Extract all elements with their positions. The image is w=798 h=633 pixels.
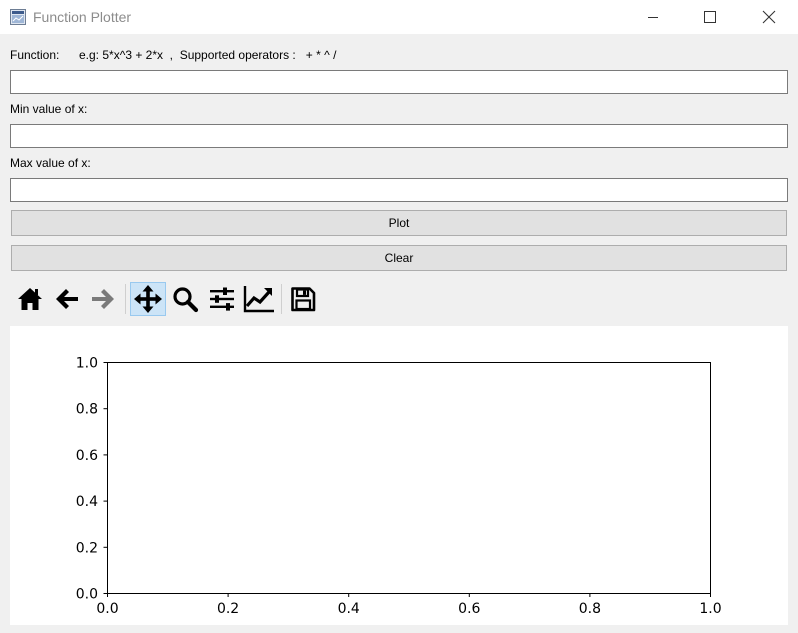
close-icon bbox=[762, 10, 776, 24]
app-window-icon bbox=[10, 9, 26, 25]
floppy-disk-icon bbox=[291, 287, 316, 312]
save-button[interactable] bbox=[285, 282, 321, 316]
x-tick-label: 0.2 bbox=[217, 601, 239, 617]
min-x-label: Min value of x: bbox=[10, 102, 88, 116]
plot-toolbar bbox=[0, 280, 798, 320]
magnifier-icon bbox=[173, 287, 199, 313]
y-tick-label: 0.2 bbox=[76, 540, 98, 556]
plot-button[interactable]: Plot bbox=[11, 210, 787, 236]
function-hint: e.g: 5*x^3 + 2*x , Supported operators :… bbox=[79, 48, 337, 62]
toolbar-separator bbox=[281, 284, 282, 314]
clear-button[interactable]: Clear bbox=[11, 245, 787, 271]
minimize-button[interactable] bbox=[630, 0, 676, 34]
x-tick-label: 0.0 bbox=[96, 601, 118, 617]
x-tick-label: 0.4 bbox=[338, 601, 360, 617]
max-x-label: Max value of x: bbox=[10, 156, 91, 170]
x-axis: 0.0 0.2 0.4 0.6 0.8 1.0 bbox=[96, 593, 722, 617]
move-icon bbox=[134, 285, 162, 313]
edit-axis-button[interactable] bbox=[241, 282, 277, 316]
sliders-icon bbox=[210, 287, 234, 311]
x-tick-label: 0.6 bbox=[458, 601, 480, 617]
minimize-icon bbox=[648, 17, 658, 18]
configure-subplots-button[interactable] bbox=[204, 282, 240, 316]
y-tick-label: 1.0 bbox=[76, 356, 98, 372]
function-input[interactable] bbox=[10, 70, 788, 94]
y-tick-label: 0.0 bbox=[76, 587, 98, 603]
function-label: Function: bbox=[10, 48, 60, 62]
pan-button[interactable] bbox=[130, 282, 166, 316]
arrow-left-icon bbox=[56, 289, 78, 309]
zoom-button[interactable] bbox=[167, 282, 203, 316]
close-button[interactable] bbox=[746, 0, 792, 34]
y-axis: 0.0 0.2 0.4 0.6 0.8 1.0 bbox=[76, 356, 108, 603]
y-tick-label: 0.8 bbox=[76, 402, 98, 418]
max-x-input[interactable] bbox=[10, 178, 788, 202]
maximize-button[interactable] bbox=[687, 0, 733, 34]
x-tick-label: 0.8 bbox=[579, 601, 601, 617]
home-button[interactable] bbox=[12, 282, 48, 316]
x-tick-label: 1.0 bbox=[699, 601, 721, 617]
home-icon bbox=[18, 288, 42, 310]
axes-frame bbox=[107, 362, 711, 594]
plot-figure: 0.0 0.2 0.4 0.6 0.8 1.0 0.0 0.2 0.4 0.6 0.8 1.0 bbox=[76, 356, 722, 618]
forward-button bbox=[85, 282, 121, 316]
arrow-right-icon bbox=[92, 289, 114, 309]
back-button[interactable] bbox=[49, 282, 85, 316]
y-tick-label: 0.6 bbox=[76, 448, 98, 464]
maximize-icon bbox=[704, 11, 716, 23]
plot-canvas[interactable]: 0.0 0.2 0.4 0.6 0.8 1.0 0.0 0.2 0.4 0.6 0.8 1.0 bbox=[10, 326, 788, 625]
y-tick-label: 0.4 bbox=[76, 494, 98, 510]
window-title: Function Plotter bbox=[33, 9, 132, 25]
title-bar[interactable]: Function Plotter bbox=[0, 0, 798, 34]
min-x-input[interactable] bbox=[10, 124, 788, 148]
toolbar-separator bbox=[125, 284, 126, 314]
line-chart-icon bbox=[243, 286, 274, 313]
